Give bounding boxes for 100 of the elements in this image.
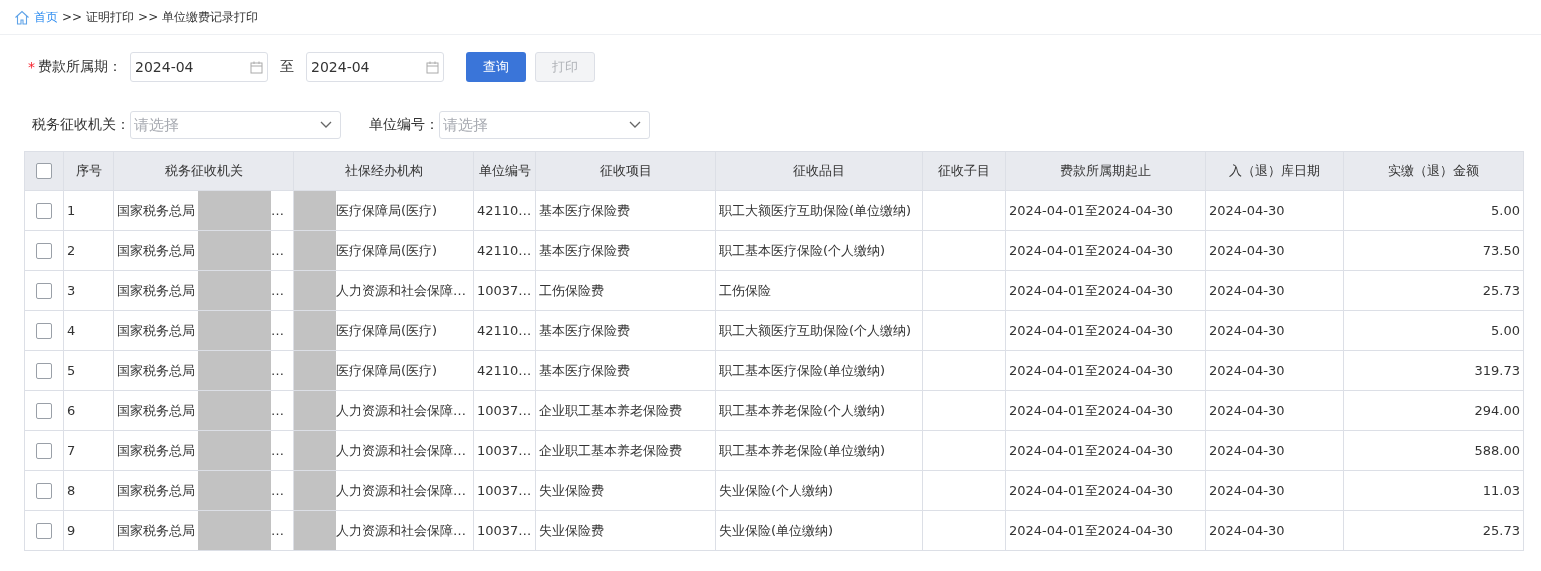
table-cell: 医疗保障局(医疗) [336,321,438,340]
table-cell-text: 国家税务总局 [117,321,196,340]
table-cell-text: 国家税务总局 [117,521,196,540]
date-field[interactable]: 2024-04 [130,52,268,82]
table-cell: 人力资源和社会保障… [336,401,466,420]
table-cell: … [271,401,284,420]
checkbox[interactable] [36,203,52,219]
table-cell: 职工基本医疗保险(个人缴纳) [715,230,923,271]
checkbox[interactable] [36,523,52,539]
column-header: 征收项目 [535,151,716,191]
calendar-icon [426,60,439,74]
redaction-block [294,351,336,390]
table-cell: 2024-04-01至2024-04-30 [1005,270,1206,311]
redaction-block [294,191,336,230]
table-cell: 失业保险费 [535,470,716,511]
table-cell: 基本医疗保险费 [535,350,716,391]
table-cell: 2024-04-30 [1205,270,1344,311]
table-cell: 职工大额医疗互助保险(单位缴纳) [715,190,923,231]
redaction-block [294,271,336,310]
table-cell: … [271,441,284,460]
column-header: 征收品目 [715,151,923,191]
redaction-block [294,311,336,350]
table-cell: 2024-04-01至2024-04-30 [1005,430,1206,471]
table-cell: 基本医疗保险费 [535,310,716,351]
table-cell-text: 国家税务总局 [117,281,196,300]
table-cell: 职工基本养老保险(单位缴纳) [715,430,923,471]
table-cell-text: 国家税务总局 [117,441,196,460]
table-cell: 职工大额医疗互助保险(个人缴纳) [715,310,923,351]
table-cell: 2024-04-01至2024-04-30 [1005,510,1206,551]
redaction-block [294,231,336,270]
table-cell: 人力资源和社会保障… [336,441,466,460]
table-cell: 2024-04-30 [1205,350,1344,391]
table-cell: 2024-04-01至2024-04-30 [1005,190,1206,231]
table-cell: 工伤保险 [715,270,923,311]
required-mark: * [28,59,35,75]
unit-select[interactable]: 请选择 [439,111,650,139]
table-cell: 2024-04-30 [1205,430,1344,471]
table-cell: 职工基本养老保险(个人缴纳) [715,390,923,431]
table-cell: 42110… [473,190,536,231]
table-cell: … [271,241,284,260]
breadcrumb-link[interactable]: 首页 [34,8,58,26]
table-cell: 73.50 [1343,230,1524,271]
table-cell: 5 [63,350,114,391]
table-cell: 10037… [473,430,536,471]
table-cell: 588.00 [1343,430,1524,471]
table-cell: 2024-04-30 [1205,510,1344,551]
query-button[interactable]: 查询 [466,52,526,82]
checkbox[interactable] [36,483,52,499]
column-header: 征收子目 [922,151,1006,191]
table-cell: 企业职工基本养老保险费 [535,430,716,471]
column-header: 序号 [63,151,114,191]
redaction-block [294,511,336,550]
table-cell: … [271,481,284,500]
table-cell: 2024-04-30 [1205,190,1344,231]
table-cell: 42110… [473,230,536,271]
table-cell: 2024-04-01至2024-04-30 [1005,470,1206,511]
checkbox[interactable] [36,403,52,419]
table-cell: 2024-04-30 [1205,230,1344,271]
checkbox[interactable] [36,443,52,459]
table-cell: 10037… [473,270,536,311]
table-cell: 失业保险(个人缴纳) [715,470,923,511]
chevron-down-icon [629,121,641,129]
table-cell: 1 [63,190,114,231]
table-cell: 10037… [473,510,536,551]
column-header: 税务征收机关 [113,151,294,191]
redaction-block [294,471,336,510]
table-cell: 42110… [473,350,536,391]
checkbox[interactable] [36,323,52,339]
table-cell: 8 [63,470,114,511]
table-cell: 6 [63,390,114,431]
table-cell: 5.00 [1343,310,1524,351]
table-cell-text: 国家税务总局 [117,361,196,380]
table-cell: 工伤保险费 [535,270,716,311]
table-cell: 医疗保障局(医疗) [336,241,438,260]
checkbox[interactable] [36,163,52,180]
table-cell: 7 [63,430,114,471]
redaction-block [294,391,336,430]
table-cell: 10037… [473,390,536,431]
to-label: 至 [280,58,294,76]
table-cell: 失业保险(单位缴纳) [715,510,923,551]
table-cell: … [271,521,284,540]
period-label: 费款所属期： [38,58,122,76]
table-cell: 25.73 [1343,270,1524,311]
column-header: 实缴（退）金额 [1343,151,1524,191]
table-cell-text: 国家税务总局 [117,481,196,500]
column-header: 社保经办机构 [293,151,474,191]
date-field[interactable]: 2024-04 [306,52,444,82]
checkbox[interactable] [36,243,52,259]
table-cell: … [271,281,284,300]
tax-office-select[interactable]: 请选择 [130,111,341,139]
table-cell: 294.00 [1343,390,1524,431]
checkbox[interactable] [36,283,52,299]
home-icon[interactable] [14,9,30,25]
table-cell: 25.73 [1343,510,1524,551]
table-cell: 9 [63,510,114,551]
table-cell: 10037… [473,470,536,511]
checkbox[interactable] [36,363,52,379]
column-header: 费款所属期起止 [1005,151,1206,191]
chevron-down-icon [320,121,332,129]
table-cell: 2024-04-30 [1205,310,1344,351]
